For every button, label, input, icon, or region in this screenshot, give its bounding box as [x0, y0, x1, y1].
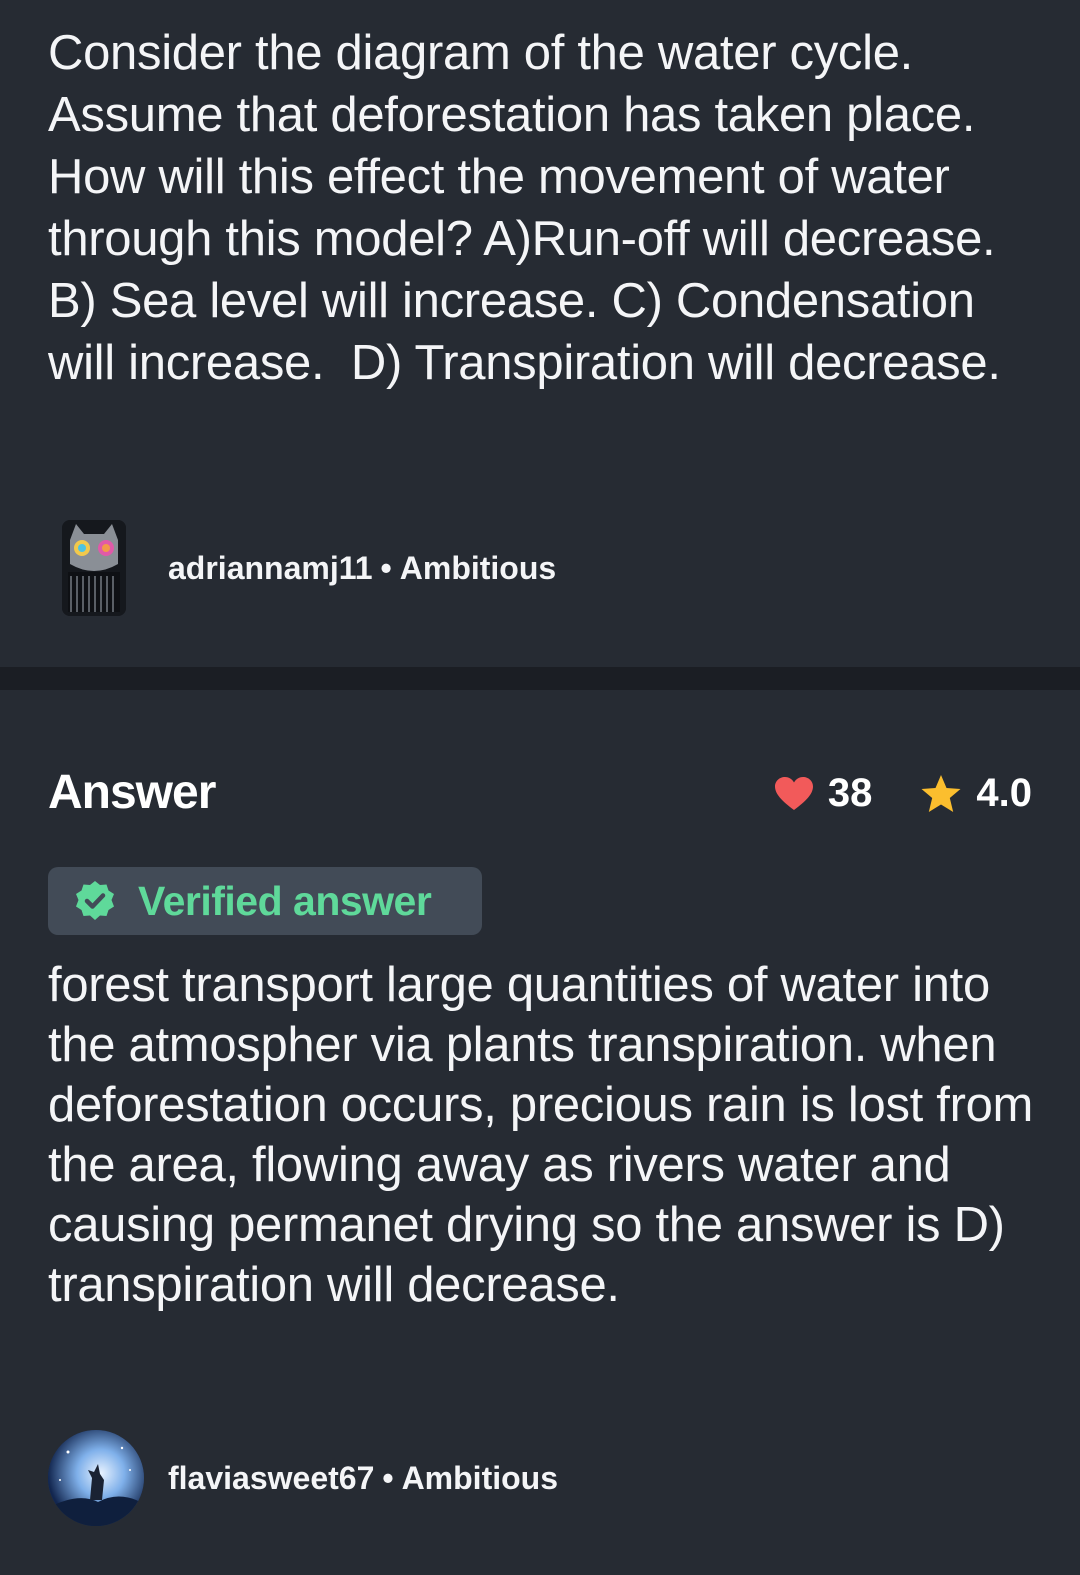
- author-name[interactable]: adriannamj11: [168, 550, 373, 586]
- author-rank: Ambitious: [399, 549, 557, 586]
- rating-value: 4.0: [976, 771, 1032, 815]
- avatar[interactable]: [62, 520, 126, 616]
- answer-card: Answer 38 4.0 Verified answer forest tra…: [0, 690, 1080, 1575]
- answer-author[interactable]: flaviasweet67 • Ambitious: [48, 1430, 558, 1526]
- question-text: Consider the diagram of the water cycle.…: [48, 26, 1022, 390]
- question-author[interactable]: adriannamj11 • Ambitious: [62, 520, 556, 616]
- like-count: 38: [827, 771, 873, 815]
- answer-header: Answer 38 4.0: [48, 765, 1032, 825]
- author-label: adriannamj11 • Ambitious: [168, 549, 557, 586]
- author-name[interactable]: flaviasweet67: [168, 1460, 374, 1496]
- author-label: flaviasweet67 • Ambitious: [168, 1459, 558, 1496]
- star-icon[interactable]: [920, 774, 962, 814]
- question-card: Consider the diagram of the water cycle.…: [0, 0, 1080, 667]
- divider: [0, 667, 1080, 690]
- avatar[interactable]: [48, 1430, 144, 1526]
- verified-badge-icon: [76, 881, 114, 920]
- answer-text: forest transport large quantities of wat…: [48, 958, 1034, 1312]
- verified-label: Verified answer: [138, 877, 432, 924]
- author-rank: Ambitious: [401, 1459, 558, 1496]
- heart-icon[interactable]: [774, 776, 814, 812]
- like-counter[interactable]: 38: [774, 771, 873, 816]
- rating[interactable]: 4.0: [920, 771, 1032, 816]
- answer-title: Answer: [48, 766, 216, 819]
- answer-stats: 38 4.0: [774, 771, 1032, 816]
- verified-badge: Verified answer: [48, 867, 482, 935]
